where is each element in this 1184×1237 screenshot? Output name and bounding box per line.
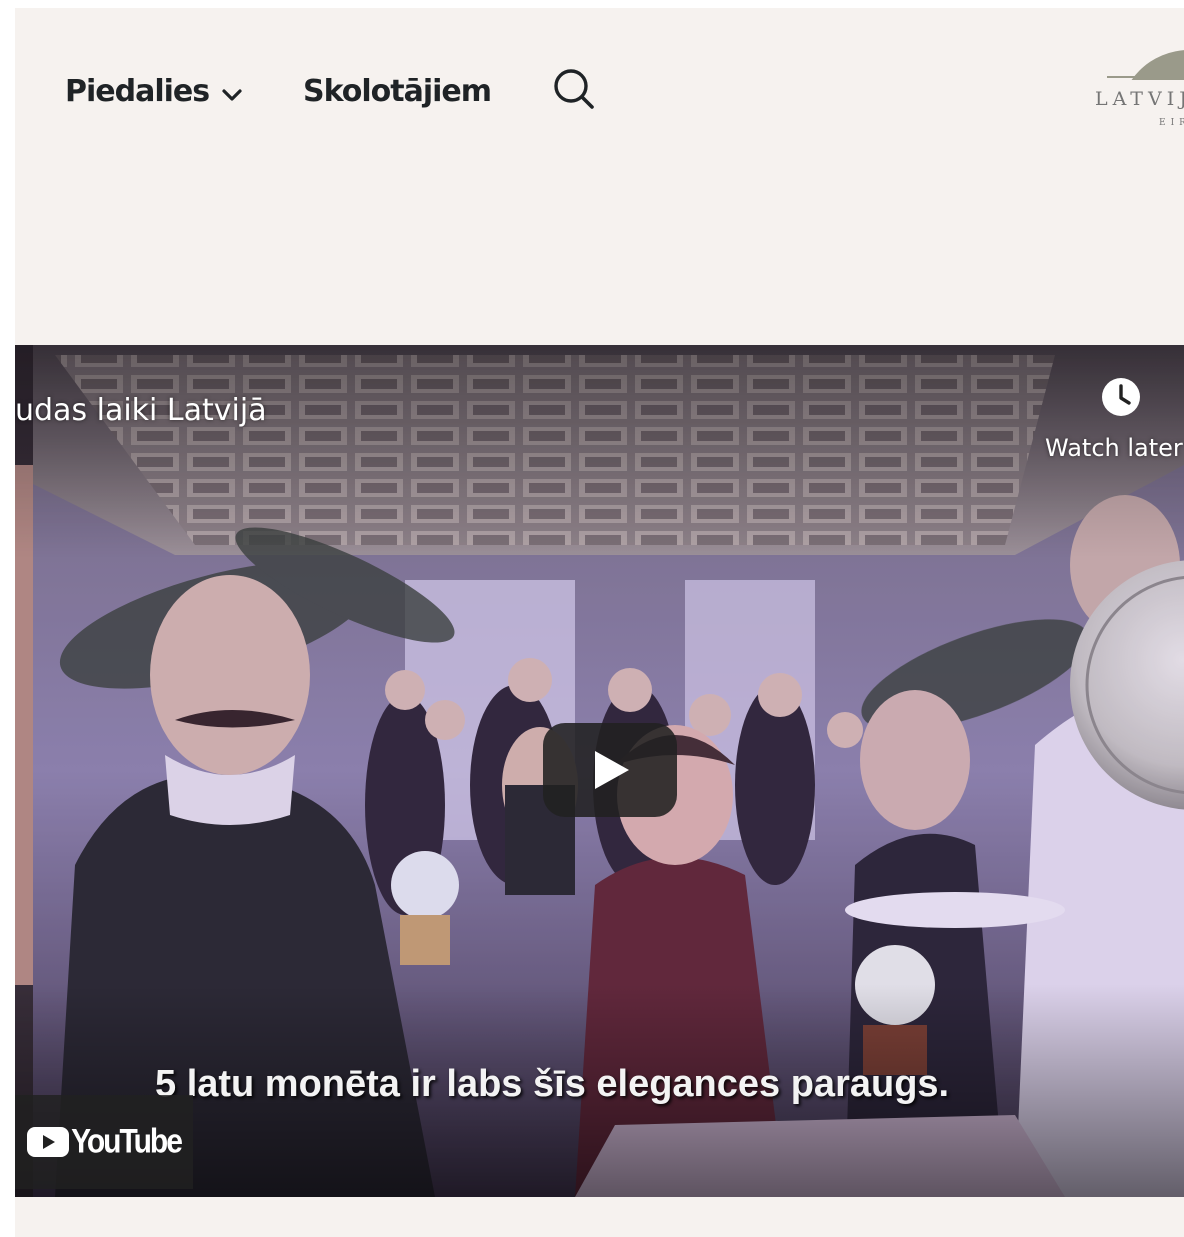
- youtube-wordmark: YouTube: [71, 1122, 183, 1161]
- video-title[interactable]: udas laiki Latvijā: [15, 393, 267, 428]
- youtube-icon: [27, 1127, 70, 1157]
- watch-later-label: Watch later: [1045, 434, 1183, 462]
- nav-item-label: Skolotājiem: [303, 74, 492, 109]
- search-icon: [554, 69, 594, 109]
- logo-subtext: EIR: [1159, 118, 1184, 128]
- play-button[interactable]: [543, 723, 677, 817]
- page: Piedalies Skolotājiem LATVIJ EIR: [15, 8, 1184, 1237]
- video-subtitle: 5 latu monēta ir labs šīs elegances para…: [155, 1063, 950, 1105]
- watch-later-button[interactable]: Watch later: [1045, 377, 1184, 462]
- chevron-down-icon: [222, 88, 242, 101]
- play-icon: [595, 751, 629, 789]
- nav-item-piedalies[interactable]: Piedalies: [65, 74, 243, 109]
- nav-item-label: Piedalies: [65, 74, 210, 109]
- site-logo[interactable]: LATVIJ EIR: [1093, 42, 1184, 142]
- video-player[interactable]: udas laiki Latvijā Watch later 5 latu mo…: [15, 345, 1184, 1197]
- site-header: Piedalies Skolotājiem LATVIJ EIR: [15, 8, 1184, 178]
- youtube-logo-button[interactable]: YouTube: [15, 1095, 193, 1189]
- clock-icon: [1102, 378, 1140, 416]
- search-button[interactable]: [551, 66, 597, 112]
- logo-text: LATVIJ: [1095, 88, 1184, 110]
- nav-item-skolotajiem[interactable]: Skolotājiem: [303, 74, 492, 109]
- logo-line: [1107, 76, 1184, 78]
